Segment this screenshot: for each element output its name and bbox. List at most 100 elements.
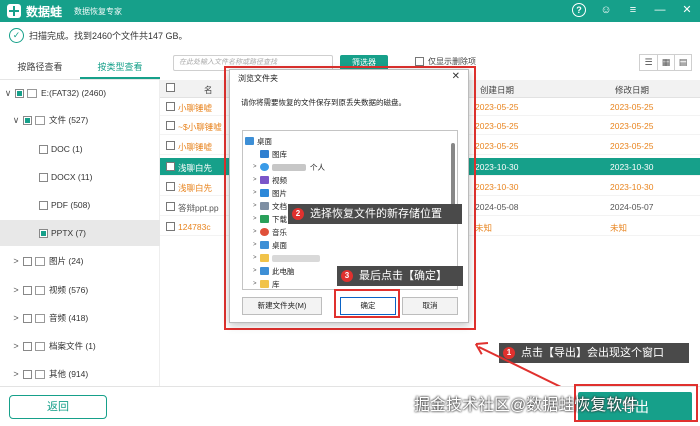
folder-node-redacted[interactable]: >	[253, 252, 324, 264]
tree-item-doc[interactable]: DOC (1)	[0, 136, 160, 162]
row-created: 2024-05-08	[475, 202, 519, 212]
tab-by-type[interactable]: 按类型查看	[80, 56, 160, 79]
chevron-right-icon[interactable]: >	[12, 256, 20, 266]
step-number: 1	[503, 347, 515, 359]
chevron-down-icon[interactable]: ∨	[12, 115, 20, 126]
tree-checkbox[interactable]	[39, 144, 48, 154]
column-created[interactable]: 创建日期	[480, 84, 514, 96]
row-checkbox[interactable]	[166, 121, 175, 130]
tree-item-label: 图片 (24)	[49, 256, 84, 266]
chevron-right-icon[interactable]: >	[12, 341, 20, 351]
tree-checkbox[interactable]	[39, 228, 48, 238]
row-checkbox[interactable]	[166, 222, 175, 231]
row-name: 答辩ppt.pp	[178, 203, 219, 213]
folder-node-pictures[interactable]: > 图片	[253, 187, 287, 199]
tree-checkbox[interactable]	[23, 285, 32, 295]
column-modified[interactable]: 修改日期	[615, 84, 649, 96]
tree-checkbox[interactable]	[23, 256, 32, 266]
folder-node-label: 此电脑	[272, 266, 295, 276]
folder-node-desktop[interactable]: 桌面	[245, 135, 272, 147]
tree-item-videos[interactable]: > 视频 (576)	[0, 277, 160, 303]
row-checkbox[interactable]	[166, 141, 175, 150]
tree-item-docx[interactable]: DOCX (11)	[0, 164, 160, 190]
user-icon[interactable]: ☺	[599, 3, 613, 17]
app-logo-icon	[7, 4, 21, 18]
folder-node-label: 桌面	[272, 240, 287, 250]
tree-checkbox[interactable]	[23, 369, 32, 379]
new-folder-button[interactable]: 新建文件夹(M)	[242, 297, 322, 315]
step-number: 3	[341, 270, 353, 282]
tree-checkbox[interactable]	[23, 313, 32, 323]
view-tabs: 按路径查看 按类型查看	[0, 56, 160, 80]
menu-icon[interactable]: ≡	[626, 3, 640, 17]
tree-item-other[interactable]: > 其他 (914)	[0, 361, 160, 387]
row-checkbox[interactable]	[166, 102, 175, 111]
folder-node-label: 音乐	[272, 227, 287, 237]
callout-step-1: 1 点击【导出】会出现这个窗口	[499, 343, 689, 363]
row-checkbox[interactable]	[166, 202, 175, 211]
row-checkbox-checked[interactable]: ✓	[166, 162, 175, 173]
tree-item-drive[interactable]: ∨ E:(FAT32) (2460)	[0, 80, 160, 106]
chevron-right-icon[interactable]: >	[12, 285, 20, 295]
row-modified: 2023-10-30	[610, 182, 654, 192]
tree-item-pptx[interactable]: PPTX (7)	[0, 220, 160, 246]
tree-item-pdf[interactable]: PDF (508)	[0, 192, 160, 218]
chevron-right-icon[interactable]: >	[12, 369, 20, 379]
tree-checkbox[interactable]	[39, 200, 48, 210]
callout-step-2: 2 选择恢复文件的新存储位置	[288, 204, 462, 224]
folder-node-personal[interactable]: > 个人	[253, 161, 325, 173]
folder-node-desktop-2[interactable]: > 桌面	[253, 239, 287, 251]
grid-view-icon[interactable]: ▦	[657, 55, 674, 70]
help-icon[interactable]: ?	[572, 3, 586, 17]
tree-checkbox[interactable]	[23, 341, 32, 351]
desktop-icon	[245, 137, 254, 145]
music-icon	[260, 228, 269, 236]
folder-node-documents[interactable]: > 文档	[253, 200, 287, 212]
tree-checkbox[interactable]	[39, 172, 48, 182]
row-modified: 2023-05-25	[610, 121, 654, 131]
minimize-icon[interactable]: —	[653, 3, 667, 17]
tree-item-label: PPTX (7)	[51, 228, 86, 238]
tree-item-documents[interactable]: ∨ 文件 (527)	[0, 107, 160, 133]
tree-item-label: DOC (1)	[51, 144, 83, 154]
cloud-icon	[260, 163, 269, 171]
tree-checkbox[interactable]	[23, 115, 32, 125]
only-deleted-checkbox[interactable]	[415, 57, 424, 66]
chevron-down-icon[interactable]: ∨	[4, 88, 12, 99]
folder-node-label: 库	[272, 279, 280, 289]
tree-item-label: 文件 (527)	[49, 115, 89, 125]
column-name[interactable]: 名	[204, 84, 213, 96]
close-icon[interactable]: ✕	[680, 3, 694, 17]
chevron-right-icon[interactable]: >	[12, 313, 20, 323]
cancel-button[interactable]: 取消	[402, 297, 458, 315]
tree-item-label: 其他 (914)	[49, 369, 89, 379]
row-checkbox[interactable]	[166, 182, 175, 191]
pictures-folder-icon	[260, 189, 269, 197]
row-name: 浅聊白先	[178, 163, 213, 173]
select-all-checkbox[interactable]	[166, 83, 175, 92]
tree-item-audio[interactable]: > 音频 (418)	[0, 305, 160, 331]
row-modified: 2023-10-30	[610, 162, 654, 172]
archive-icon	[35, 341, 45, 351]
folder-node-videos[interactable]: > 视频	[253, 174, 287, 186]
folder-node-music[interactable]: > 音乐	[253, 226, 287, 238]
detail-view-icon[interactable]: ▤	[674, 55, 691, 70]
tree-item-archives[interactable]: > 档案文件 (1)	[0, 333, 160, 359]
list-view-icon[interactable]: ☰	[640, 55, 657, 70]
folder-node-gallery[interactable]: 图库	[253, 148, 287, 160]
dialog-close-icon[interactable]: ✕	[452, 71, 460, 82]
app-name: 数据蛙	[26, 4, 63, 19]
folder-node-label: 文档	[272, 201, 287, 211]
back-button[interactable]: 返回	[9, 395, 107, 419]
row-created: 2023-05-25	[475, 141, 519, 151]
folder-node-downloads[interactable]: > 下载	[253, 213, 287, 225]
callout-text: 最后点击【确定】	[359, 270, 447, 282]
tree-item-label: 视频 (576)	[49, 285, 89, 295]
tree-checkbox[interactable]	[15, 88, 24, 98]
folder-node-library[interactable]: > 库	[253, 278, 280, 289]
folder-node-this-pc[interactable]: > 此电脑	[253, 265, 295, 277]
dialog-prompt: 请你将需要恢复的文件保存到原丢失数据的磁盘。	[241, 98, 406, 107]
redacted-name	[272, 254, 320, 262]
tab-by-path[interactable]: 按路径查看	[0, 56, 80, 79]
tree-item-images[interactable]: > 图片 (24)	[0, 248, 160, 274]
